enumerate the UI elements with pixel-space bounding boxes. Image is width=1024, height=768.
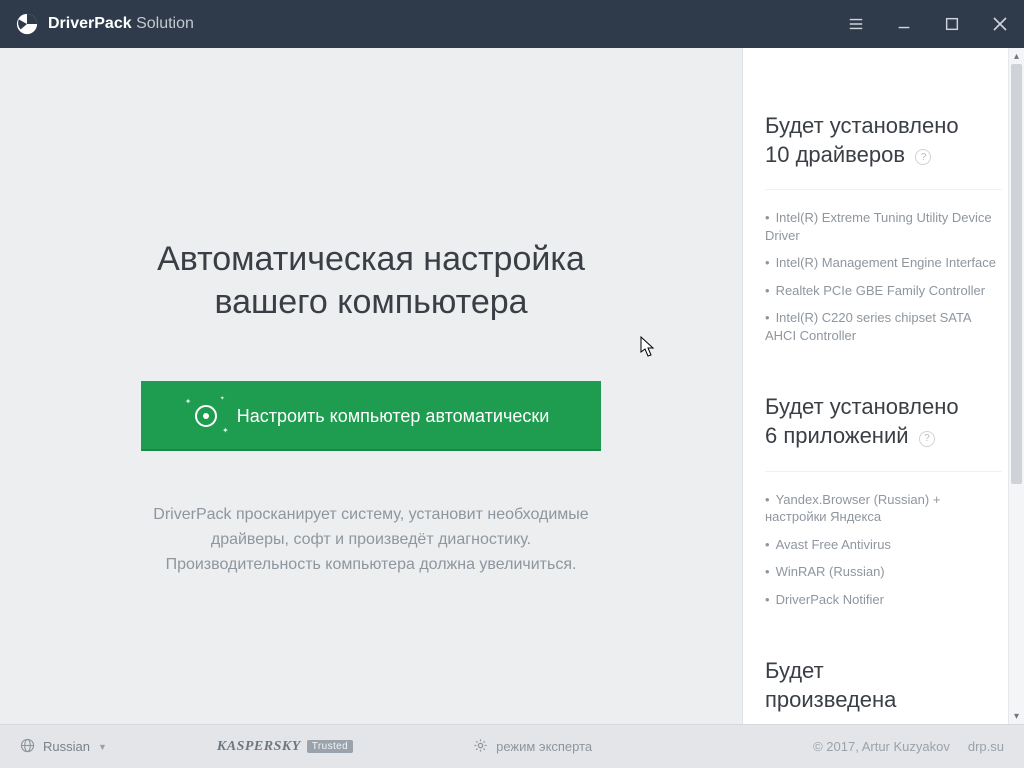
divider [765, 189, 1002, 190]
workspace: Автоматическая настройка вашего компьюте… [0, 48, 1024, 724]
list-item: Realtek PCIe GBE Family Controller [765, 277, 1002, 305]
expert-mode-label: режим эксперта [496, 739, 592, 754]
apps-heading-l2: 6 приложений [765, 423, 909, 448]
menu-button[interactable] [832, 0, 880, 48]
language-label: Russian [43, 739, 90, 754]
close-button[interactable] [976, 0, 1024, 48]
trusted-badge: Trusted [307, 740, 353, 753]
kaspersky-label: KASPERSKY [217, 739, 301, 755]
maximize-button[interactable] [928, 0, 976, 48]
drivers-list: Intel(R) Extreme Tuning Utility Device D… [765, 204, 1002, 349]
apps-list: Yandex.Browser (Russian) + настройки Янд… [765, 486, 1002, 614]
disc-sparkle-icon: ✦ ✦ ✦ [193, 403, 219, 429]
apps-heading-l1: Будет установлено [765, 394, 959, 419]
list-item: Intel(R) C220 series chipset SATA AHCI C… [765, 304, 1002, 349]
scroll-down-arrow-icon[interactable]: ▾ [1009, 708, 1024, 724]
app-title-thin: Solution [136, 15, 194, 32]
expert-mode-link[interactable]: режим эксперта [473, 738, 592, 756]
sub-line1: DriverPack просканирует систему, установ… [153, 506, 588, 523]
titlebar-left: DriverPack Solution [16, 13, 194, 35]
sidebar: Будет установлено 10 драйверов ? Intel(R… [742, 48, 1024, 724]
help-icon[interactable]: ? [919, 431, 935, 447]
cta-label: Настроить компьютер автоматически [237, 406, 550, 427]
sub-line2: драйверы, софт и произведёт диагностику. [211, 531, 531, 548]
list-item: WinRAR (Russian) [765, 558, 1002, 586]
divider [765, 471, 1002, 472]
kaspersky-trusted-badge: KASPERSKY Trusted [217, 739, 353, 755]
diag-heading-l1: Будет [765, 658, 824, 683]
main-headline: Автоматическая настройка вашего компьюте… [157, 238, 585, 323]
footer: Russian ▼ KASPERSKY Trusted режим экспер… [0, 724, 1024, 768]
configure-auto-button[interactable]: ✦ ✦ ✦ Настроить компьютер автоматически [141, 381, 601, 451]
sidebar-scrollbar[interactable]: ▴ ▾ [1008, 48, 1024, 724]
headline-line1: Автоматическая настройка [157, 240, 585, 278]
chevron-down-icon: ▼ [98, 742, 107, 752]
drivers-section: Будет установлено 10 драйверов ? Intel(R… [765, 112, 1002, 349]
minimize-button[interactable] [880, 0, 928, 48]
scrollbar-thumb[interactable] [1011, 64, 1022, 484]
drivers-heading-l2: 10 драйверов [765, 142, 905, 167]
list-item: Yandex.Browser (Russian) + настройки Янд… [765, 486, 1002, 531]
footer-copyright: © 2017, Artur Kuzyakov [813, 739, 950, 754]
list-item: Intel(R) Management Engine Interface [765, 249, 1002, 277]
scroll-up-arrow-icon[interactable]: ▴ [1009, 48, 1024, 64]
sub-line3: Производительность компьютера должна уве… [166, 556, 577, 573]
gear-icon [473, 738, 488, 756]
headline-line2: вашего компьютера [214, 283, 527, 321]
list-item: DriverPack Notifier [765, 586, 1002, 614]
diag-heading-l2: произведена [765, 687, 896, 712]
app-title: DriverPack Solution [48, 15, 194, 33]
app-logo-icon [16, 13, 38, 35]
globe-icon [20, 738, 35, 756]
help-icon[interactable]: ? [915, 149, 931, 165]
drivers-heading-l1: Будет установлено [765, 113, 959, 138]
diagnostics-section: Будет произведена [765, 657, 1002, 714]
footer-site-link[interactable]: drp.su [968, 739, 1004, 754]
list-item: Avast Free Antivirus [765, 531, 1002, 559]
window-controls [832, 0, 1024, 48]
main-subtext: DriverPack просканирует систему, установ… [111, 503, 631, 577]
apps-section: Будет установлено 6 приложений ? Yandex.… [765, 393, 1002, 613]
app-title-bold: DriverPack [48, 15, 132, 32]
list-item: Intel(R) Extreme Tuning Utility Device D… [765, 204, 1002, 249]
main-panel: Автоматическая настройка вашего компьюте… [0, 48, 742, 724]
language-selector[interactable]: Russian ▼ [20, 738, 107, 756]
window-titlebar: DriverPack Solution [0, 0, 1024, 48]
